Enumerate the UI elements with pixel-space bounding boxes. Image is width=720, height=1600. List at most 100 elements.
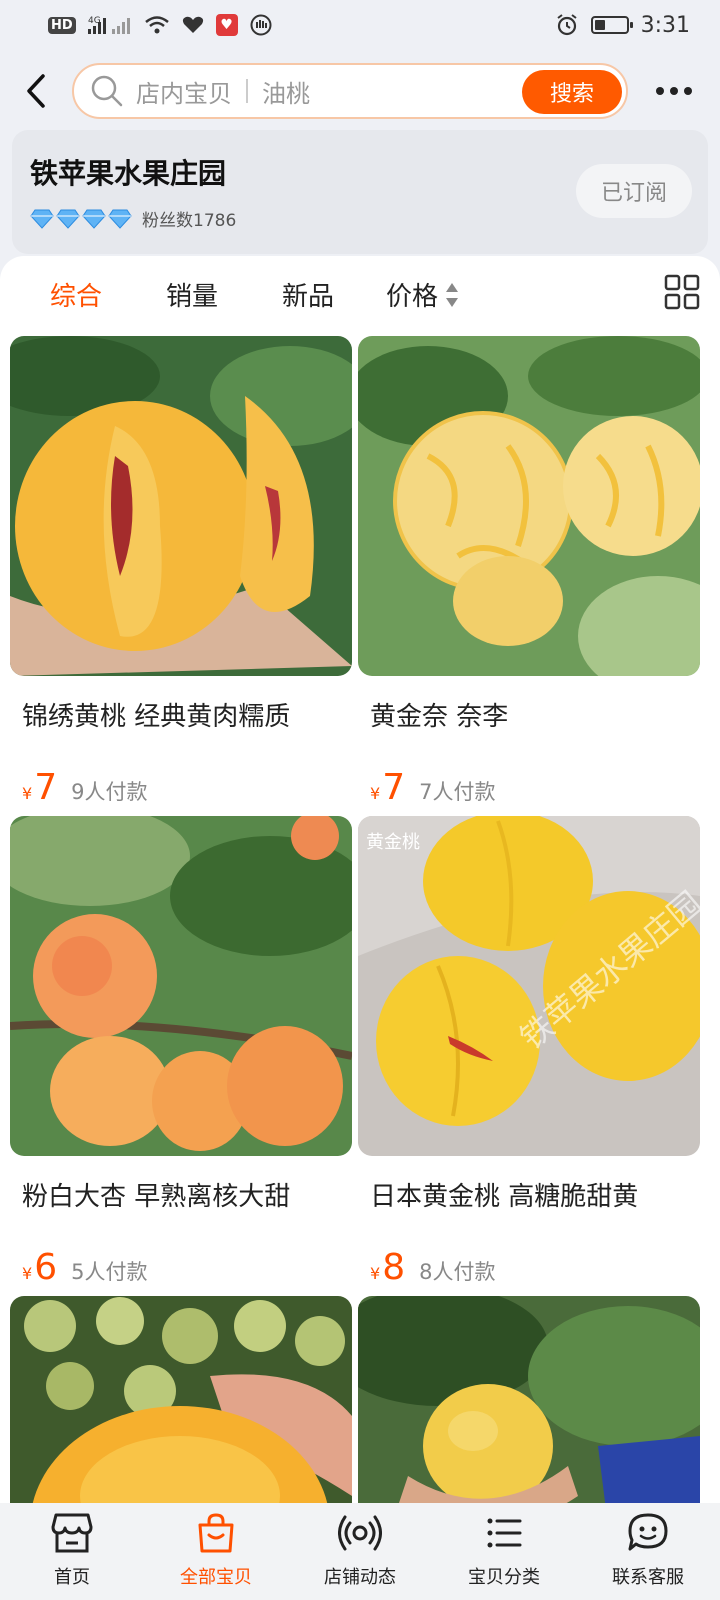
product-image[interactable] [358,1296,700,1506]
currency-symbol: ¥ [370,1264,381,1283]
app-notification-icon: ♥ [215,14,238,36]
product-price: 6 [34,1247,58,1288]
more-options-button[interactable] [628,58,720,124]
shop-meta: 粉丝数1786 [30,206,236,231]
product-card[interactable]: 黄金桃 铁苹果水果庄园 日本黄金桃 高糖脆甜黄 ¥ 8 8人付款 [358,816,700,1288]
product-card[interactable] [10,1296,352,1506]
price-row: ¥ 6 5人付款 [22,1247,352,1288]
search-divider [246,79,248,103]
diamond-icon [108,209,132,229]
golden-plum-tree-icon [358,336,700,676]
nav-label: 首页 [54,1567,90,1588]
price-row: ¥ 7 7人付款 [370,767,700,808]
product-title: 粉白大杏 早熟离核大甜 [22,1182,291,1212]
sort-arrows-icon [446,282,459,307]
status-left: HD 4G ♥ [48,14,272,36]
search-input[interactable]: 店内宝贝 油桃 搜索 [72,63,628,119]
product-card[interactable]: 黄金奈 奈李 ¥ 7 7人付款 [358,336,700,808]
list-icon [487,1518,522,1548]
product-title: 锦绣黄桃 经典黄肉糯质 [22,702,291,732]
nav-shop-updates[interactable]: 店铺动态 [288,1503,432,1600]
tab-label: 综合 [50,282,103,312]
health-heart-icon [182,15,204,35]
hand-notification-icon [250,14,272,36]
shopping-bag-icon [198,1513,234,1553]
product-image[interactable] [10,1296,352,1506]
subscribe-button[interactable]: 已订阅 [576,164,692,218]
wifi-icon [144,14,170,36]
more-dot-icon [656,87,664,95]
bottom-nav: 首页 全部宝贝 店铺动态 宝贝分类 联系客服 [0,1503,720,1600]
peach-in-hand-icon [358,1296,700,1506]
yellow-peach-cut-icon [10,336,352,676]
product-list-panel: 综合 销量 新品 价格 锦绣黄桃 经典黄肉糯质 ¥ 7 9人付款 黄金奈 奈李 … [0,256,720,1506]
yellow-peach-cluster-icon [10,1296,352,1506]
product-image[interactable] [10,816,352,1156]
nav-all-items[interactable]: 全部宝贝 [144,1503,288,1600]
product-title: 黄金奈 奈李 [370,702,509,732]
alarm-icon [555,13,579,37]
golden-peach-table-icon: 黄金桃 铁苹果水果庄园 [358,816,700,1156]
status-bar: HD 4G ♥ 3:31 [0,0,720,50]
tab-label: 销量 [166,282,219,312]
diamond-icon [56,209,80,229]
paid-count: 7人付款 [419,780,496,804]
product-image[interactable]: 黄金桃 铁苹果水果庄园 [358,816,700,1156]
price-row: ¥ 8 8人付款 [370,1247,700,1288]
fans-count: 粉丝数1786 [142,211,237,231]
battery-icon [590,16,633,34]
chat-icon [628,1513,668,1551]
nav-customer-service[interactable]: 联系客服 [576,1503,720,1600]
product-image[interactable] [10,336,352,676]
product-price: 7 [382,767,406,808]
currency-symbol: ¥ [22,784,33,803]
nav-label: 全部宝贝 [180,1567,252,1588]
nav-label: 店铺动态 [324,1567,396,1588]
tab-comprehensive[interactable]: 综合 [50,276,102,313]
search-header: 店内宝贝 油桃 搜索 [0,58,720,124]
nav-label: 宝贝分类 [468,1567,540,1588]
nav-home[interactable]: 首页 [0,1503,144,1600]
paid-count: 5人付款 [71,1260,148,1284]
product-title: 日本黄金桃 高糖脆甜黄 [370,1182,639,1212]
broadcast-icon [338,1515,382,1551]
more-dot-icon [684,87,692,95]
clock-time: 3:31 [640,12,690,38]
search-query: 油桃 [262,79,310,108]
nav-label: 联系客服 [612,1567,684,1588]
nav-categories[interactable]: 宝贝分类 [432,1503,576,1600]
search-icon [91,75,123,107]
currency-symbol: ¥ [22,1264,33,1283]
tab-price[interactable]: 价格 [386,276,460,313]
more-dot-icon [670,87,678,95]
sort-bar: 综合 销量 新品 价格 [0,256,720,338]
back-arrow-icon [27,74,45,108]
shop-home-icon [51,1513,93,1553]
paid-count: 9人付款 [71,780,148,804]
product-price: 8 [382,1247,406,1288]
product-card[interactable]: 锦绣黄桃 经典黄肉糯质 ¥ 7 9人付款 [10,336,352,808]
image-caption: 黄金桃 [366,832,420,853]
product-image[interactable] [358,336,700,676]
paid-count: 8人付款 [419,1260,496,1284]
currency-symbol: ¥ [370,784,381,803]
grid-layout-icon[interactable] [664,274,700,310]
product-card[interactable]: 粉白大杏 早熟离核大甜 ¥ 6 5人付款 [10,816,352,1288]
tab-label: 新品 [282,282,335,312]
shop-name: 铁苹果水果庄园 [30,157,227,190]
diamond-icon [30,209,54,229]
apricot-tree-icon [10,816,352,1156]
shop-card[interactable]: 铁苹果水果庄园 粉丝数1786 已订阅 [12,130,708,254]
tab-new[interactable]: 新品 [282,276,334,313]
tab-sales[interactable]: 销量 [166,276,218,313]
search-scope: 店内宝贝 [136,79,232,108]
product-price: 7 [34,767,58,808]
hd-indicator: HD [48,16,76,34]
product-card[interactable] [358,1296,700,1506]
status-right: 3:31 [555,13,690,38]
price-row: ¥ 7 9人付款 [22,767,352,808]
search-button[interactable]: 搜索 [522,70,622,114]
diamond-icon [82,209,106,229]
back-button[interactable] [0,58,72,124]
shop-rating-diamonds [30,209,132,229]
